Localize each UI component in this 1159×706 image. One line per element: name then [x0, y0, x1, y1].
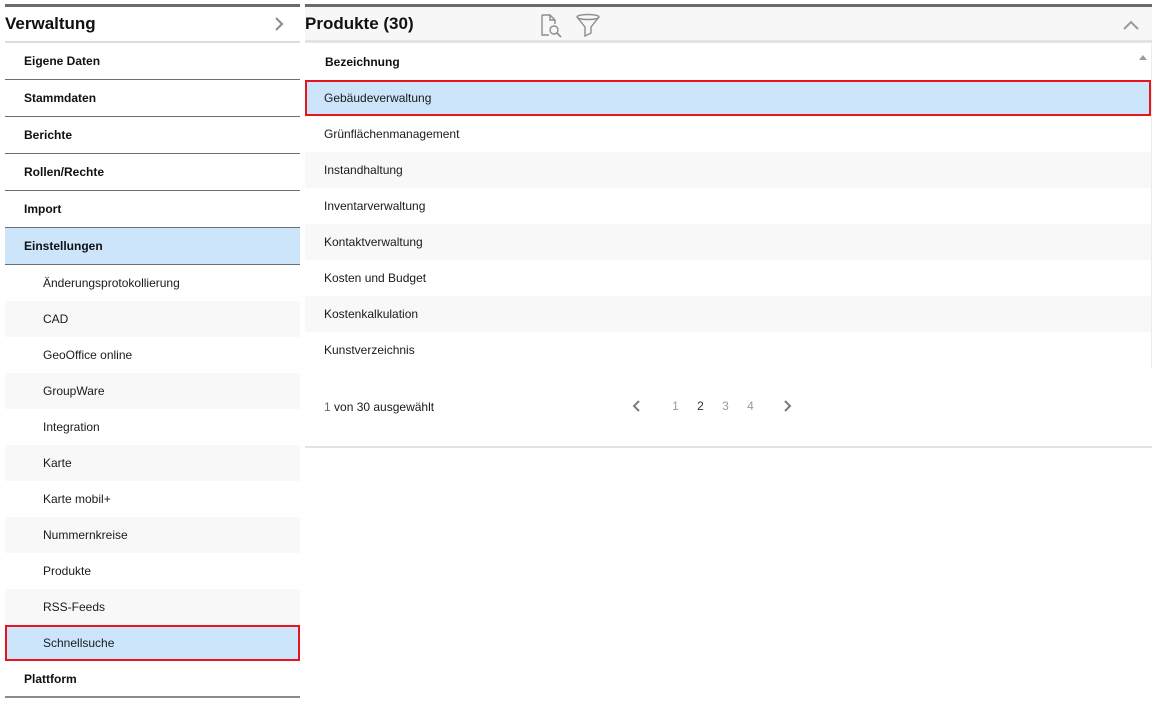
- row-label: Kontaktverwaltung: [324, 235, 423, 249]
- sidebar-subitem-schnellsuche[interactable]: Schnellsuche: [5, 625, 300, 661]
- table-row[interactable]: Kontaktverwaltung: [305, 224, 1151, 260]
- sidebar-subitem-aenderungsprotokollierung[interactable]: Änderungsprotokollierung: [5, 265, 300, 301]
- panel-header: Produkte (30): [305, 4, 1152, 43]
- sidebar-item-plattform[interactable]: Plattform: [5, 661, 300, 698]
- sidebar-subitem-groupware[interactable]: GroupWare: [5, 373, 300, 409]
- sidebar-subitem-label: CAD: [43, 312, 69, 326]
- row-label: Inventarverwaltung: [324, 199, 426, 213]
- sidebar-subitem-integration[interactable]: Integration: [5, 409, 300, 445]
- column-header-bezeichnung[interactable]: Bezeichnung: [305, 43, 1151, 80]
- row-label: Kostenkalkulation: [324, 307, 419, 321]
- sidebar-subitem-nummernkreise[interactable]: Nummernkreise: [5, 517, 300, 553]
- column-header-label: Bezeichnung: [325, 54, 400, 69]
- document-search-icon[interactable]: [539, 13, 565, 39]
- sidebar-item-label: Import: [24, 202, 62, 216]
- sidebar-subitem-label: GroupWare: [43, 384, 105, 398]
- sidebar-header: Verwaltung: [5, 4, 300, 43]
- sidebar-item-berichte[interactable]: Berichte: [5, 117, 300, 154]
- sidebar-subitem-label: Nummernkreise: [43, 528, 128, 542]
- sidebar-subitem-produkte[interactable]: Produkte: [5, 553, 300, 589]
- sidebar-item-label: Rollen/Rechte: [24, 165, 105, 179]
- sidebar-subitem-label: Karte mobil+: [43, 492, 111, 506]
- sidebar-subitem-label: Änderungsprotokollierung: [43, 276, 180, 290]
- sidebar-subitem-karte[interactable]: Karte: [5, 445, 300, 481]
- filter-icon[interactable]: [575, 13, 601, 39]
- row-label: Grünflächenmanagement: [324, 127, 460, 141]
- table-row[interactable]: Kosten und Budget: [305, 260, 1151, 296]
- sidebar-item-label: Eigene Daten: [24, 54, 101, 68]
- row-label: Gebäudeverwaltung: [324, 91, 432, 105]
- row-label: Instandhaltung: [324, 163, 403, 177]
- sidebar-subitem-label: GeoOffice online: [43, 348, 133, 362]
- sidebar-subitem-rss-feeds[interactable]: RSS-Feeds: [5, 589, 300, 625]
- products-panel: Produkte (30) Bezeichnung Gebäudeverwalt…: [305, 4, 1152, 448]
- products-grid: Bezeichnung Gebäudeverwaltung Grünfläche…: [305, 43, 1152, 368]
- pagination: 1 2 3 4: [628, 398, 796, 414]
- selection-count: 1: [324, 400, 331, 414]
- sidebar-item-rollen-rechte[interactable]: Rollen/Rechte: [5, 154, 300, 191]
- row-label: Kosten und Budget: [324, 271, 427, 285]
- table-row[interactable]: Kunstverzeichnis: [305, 332, 1151, 368]
- chevron-right-icon[interactable]: [780, 398, 796, 414]
- table-row[interactable]: Instandhaltung: [305, 152, 1151, 188]
- chevron-up-icon[interactable]: [1122, 16, 1140, 34]
- sidebar-subitem-karte-mobil[interactable]: Karte mobil+: [5, 481, 300, 517]
- page-3[interactable]: 3: [713, 399, 738, 413]
- sidebar-subitem-geooffice-online[interactable]: GeoOffice online: [5, 337, 300, 373]
- sidebar-subitem-label: Schnellsuche: [43, 636, 115, 650]
- sidebar-item-einstellungen[interactable]: Einstellungen: [5, 228, 300, 265]
- page-4[interactable]: 4: [738, 399, 763, 413]
- selection-info: 1 von 30 ausgewählt: [324, 400, 434, 414]
- sidebar-item-label: Plattform: [24, 671, 77, 686]
- sidebar-subitem-label: Produkte: [43, 564, 92, 578]
- panel-title: Produkte (30): [305, 13, 414, 33]
- scroll-up-icon[interactable]: [1139, 49, 1147, 60]
- sidebar-item-import[interactable]: Import: [5, 191, 300, 228]
- chevron-right-icon[interactable]: [272, 16, 286, 32]
- sidebar-item-label: Berichte: [24, 128, 73, 142]
- page-1[interactable]: 1: [663, 399, 688, 413]
- row-label: Kunstverzeichnis: [324, 343, 415, 357]
- sidebar-title: Verwaltung: [5, 14, 96, 33]
- sidebar-subitem-cad[interactable]: CAD: [5, 301, 300, 337]
- selection-text: von 30 ausgewählt: [330, 400, 435, 414]
- sidebar-subitem-label: RSS-Feeds: [43, 600, 106, 614]
- chevron-left-icon[interactable]: [628, 398, 644, 414]
- sidebar-subitem-label: Integration: [43, 420, 100, 434]
- grid-footer: 1 von 30 ausgewählt 1 2 3 4: [305, 368, 1152, 448]
- sidebar: Verwaltung Eigene Daten Stammdaten Beric…: [5, 4, 300, 698]
- page-2[interactable]: 2: [688, 399, 713, 413]
- sidebar-item-eigene-daten[interactable]: Eigene Daten: [5, 43, 300, 80]
- sidebar-subitem-label: Karte: [43, 456, 72, 470]
- table-row[interactable]: Kostenkalkulation: [305, 296, 1151, 332]
- table-row[interactable]: Grünflächenmanagement: [305, 116, 1151, 152]
- sidebar-item-stammdaten[interactable]: Stammdaten: [5, 80, 300, 117]
- sidebar-item-label: Stammdaten: [24, 91, 97, 105]
- table-row[interactable]: Inventarverwaltung: [305, 188, 1151, 224]
- table-row[interactable]: Gebäudeverwaltung: [305, 80, 1151, 116]
- sidebar-item-label: Einstellungen: [24, 239, 103, 253]
